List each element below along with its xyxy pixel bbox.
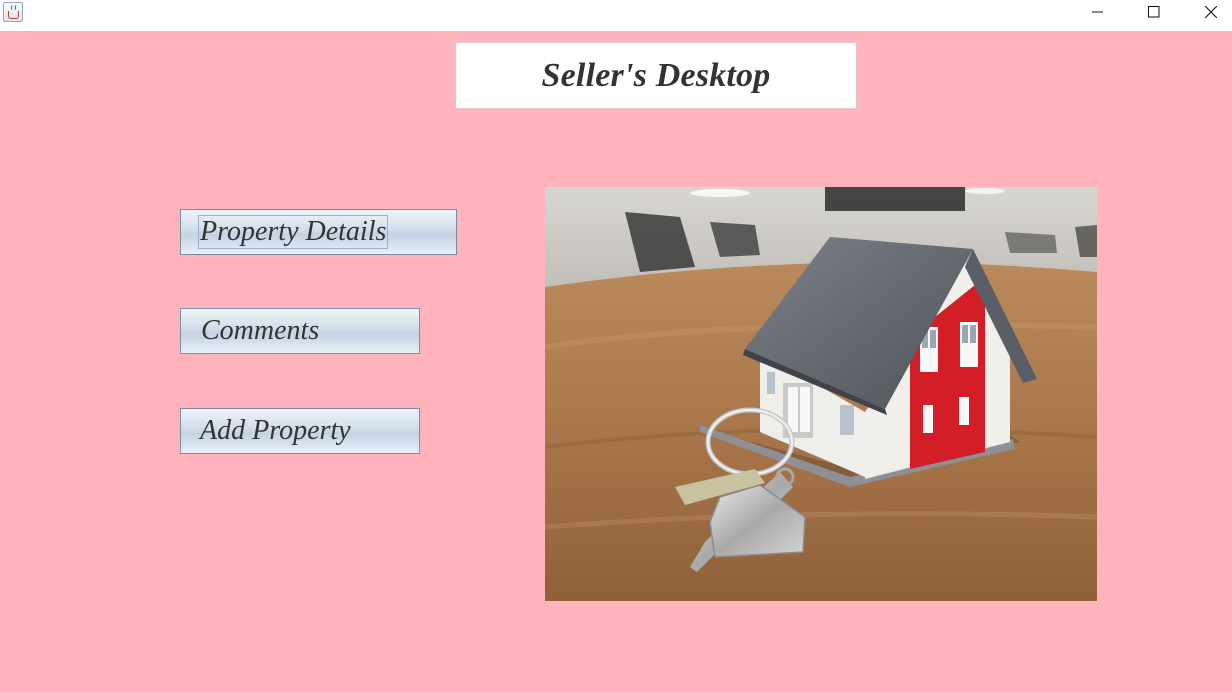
comments-button[interactable]: Comments <box>180 308 420 354</box>
close-icon <box>1205 6 1217 18</box>
maximize-button[interactable] <box>1126 0 1182 24</box>
minimize-button[interactable] <box>1070 0 1126 24</box>
window-titlebar <box>0 0 1232 31</box>
minimize-icon <box>1092 11 1103 13</box>
property-details-button[interactable]: Property Details <box>180 209 457 255</box>
page-title: Seller's Desktop <box>541 56 771 94</box>
java-cup-icon[interactable] <box>3 2 23 22</box>
close-button[interactable] <box>1183 0 1232 24</box>
house-photo <box>545 187 1097 601</box>
property-details-label: Property Details <box>197 215 389 249</box>
maximize-icon <box>1148 6 1160 18</box>
page-header: Seller's Desktop <box>455 42 857 109</box>
add-property-label: Add Property <box>200 415 351 446</box>
comments-label: Comments <box>201 315 320 346</box>
add-property-button[interactable]: Add Property <box>180 408 420 454</box>
